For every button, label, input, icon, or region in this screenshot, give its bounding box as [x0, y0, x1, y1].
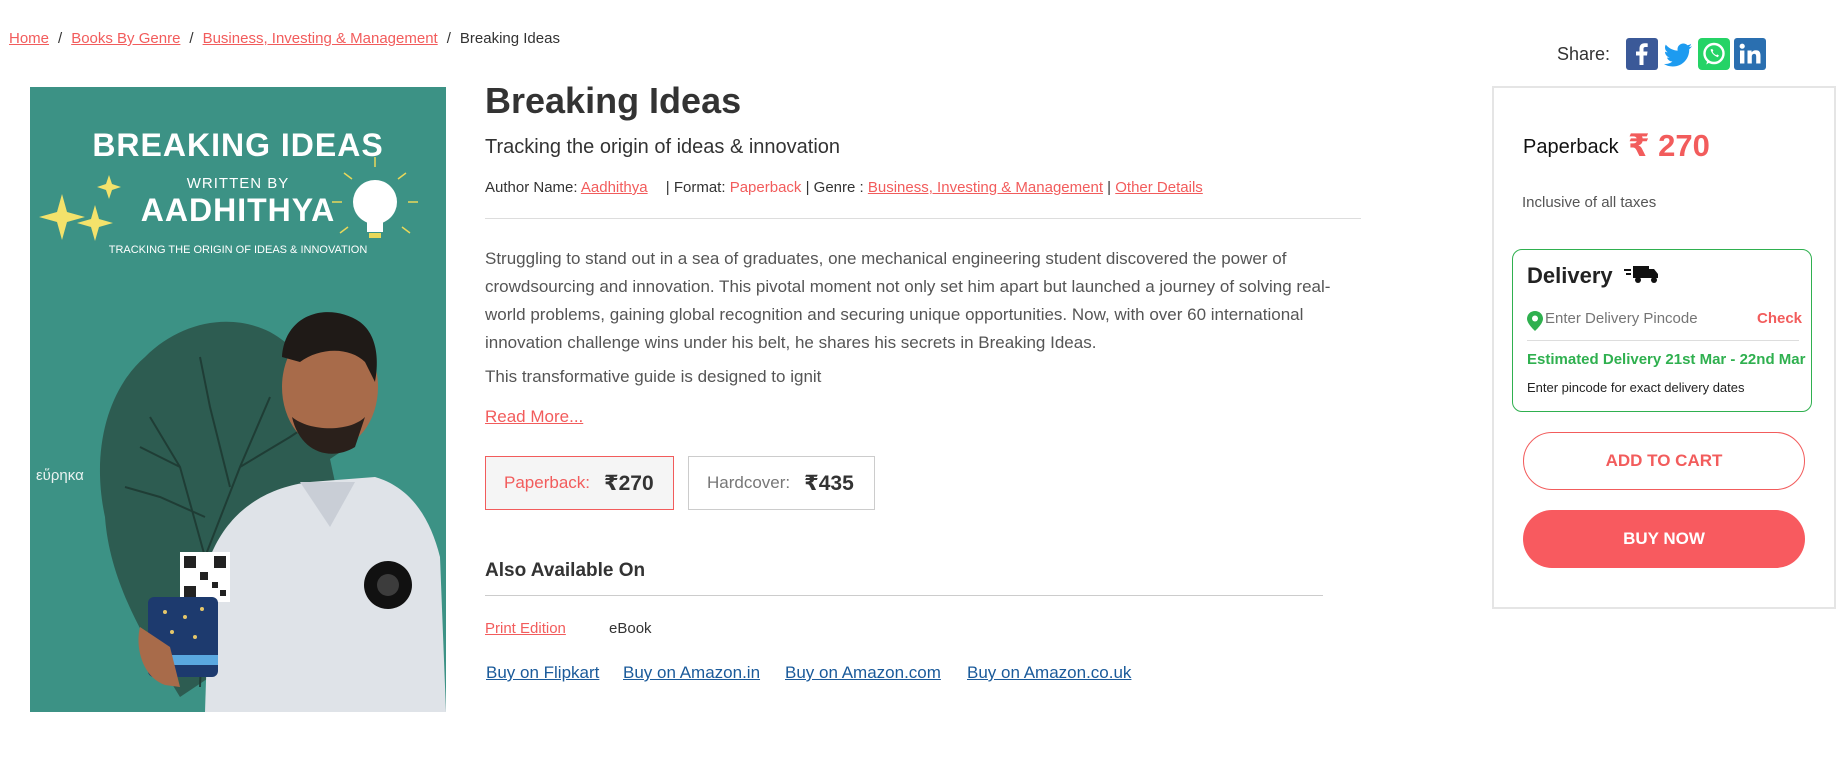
cover-title: BREAKING IDEAS: [92, 127, 384, 163]
breadcrumb-separator: /: [446, 30, 451, 47]
book-description-excerpt: This transformative guide is designed to…: [485, 367, 822, 386]
buy-now-button[interactable]: BUY NOW: [1523, 510, 1805, 568]
facebook-icon[interactable]: [1626, 38, 1659, 70]
genre-link[interactable]: Business, Investing & Management: [868, 179, 1103, 196]
delivery-note: Enter pincode for exact delivery dates: [1527, 380, 1745, 395]
read-more-link[interactable]: Read More...: [485, 407, 583, 427]
book-title: Breaking Ideas: [485, 80, 742, 121]
check-pincode-button[interactable]: Check: [1757, 310, 1802, 327]
breadcrumb: Home / Books By Genre / Business, Investing …: [9, 30, 560, 47]
whatsapp-icon[interactable]: [1698, 38, 1731, 70]
estimated-delivery: Estimated Delivery 21st Mar - 22nd Mar: [1527, 351, 1806, 368]
format-option-label: Hardcover:: [707, 473, 791, 492]
book-description: Struggling to stand out in a sea of grad…: [485, 249, 1331, 352]
author-label: Author Name:: [485, 179, 578, 196]
book-cover-image: BREAKING IDEAS WRITTEN BY AADHITHYA TRAC…: [30, 87, 446, 712]
twitter-icon[interactable]: [1662, 38, 1694, 70]
genre-label: | Genre :: [805, 179, 864, 196]
breadcrumb-books-by-genre[interactable]: Books By Genre: [71, 30, 180, 47]
buy-on-amazon-co-uk-link[interactable]: Buy on Amazon.co.uk: [967, 663, 1131, 683]
buy-on-amazon-in-link[interactable]: Buy on Amazon.in: [623, 663, 760, 683]
format-option-hardcover[interactable]: Hardcover: ₹435: [688, 456, 875, 510]
format-option-price: ₹435: [804, 471, 854, 495]
divider: [1527, 340, 1799, 341]
buy-on-amazon-com-link[interactable]: Buy on Amazon.com: [785, 663, 941, 683]
breadcrumb-current: Breaking Ideas: [459, 30, 560, 47]
cover-written-by: WRITTEN BY: [186, 175, 290, 192]
author-link[interactable]: Aadhithya: [581, 179, 648, 196]
edition-ebook-tab[interactable]: eBook: [609, 620, 652, 637]
also-available-heading: Also Available On: [485, 560, 646, 581]
format-value: Paperback: [729, 179, 802, 196]
delivery-title-text: Delivery: [1527, 263, 1613, 288]
edition-print-tab[interactable]: Print Edition: [485, 620, 566, 637]
truck-icon: [1623, 266, 1658, 283]
delivery-title: Delivery: [1527, 262, 1661, 289]
format-option-price: ₹270: [604, 471, 654, 495]
divider: [485, 218, 1361, 219]
format-label: | Format:: [665, 179, 726, 196]
format-option-label: Paperback:: [504, 473, 590, 492]
breadcrumb-home[interactable]: Home: [9, 30, 49, 47]
share-label: Share:: [1557, 43, 1611, 64]
purchase-format: Paperback: [1523, 136, 1619, 158]
breadcrumb-genre[interactable]: Business, Investing & Management: [203, 30, 438, 47]
buy-on-flipkart-link[interactable]: Buy on Flipkart: [486, 663, 599, 683]
share-bar: Share:: [1557, 38, 1770, 70]
book-subtitle: Tracking the origin of ideas & innovatio…: [485, 136, 841, 158]
breadcrumb-separator: /: [58, 30, 63, 47]
add-to-cart-button[interactable]: ADD TO CART: [1523, 432, 1805, 490]
pincode-input[interactable]: [1545, 310, 1745, 327]
cover-author: AADHITHYA: [140, 192, 336, 228]
tax-note: Inclusive of all taxes: [1522, 194, 1657, 211]
other-details-link[interactable]: Other Details: [1115, 179, 1203, 196]
meta-separator: |: [1107, 179, 1112, 196]
location-pin-icon: [1527, 311, 1543, 331]
breadcrumb-separator: /: [189, 30, 194, 47]
linkedin-icon[interactable]: [1734, 38, 1767, 70]
divider: [485, 595, 1323, 596]
cover-tagline: TRACKING THE ORIGIN OF IDEAS & INNOVATIO…: [108, 244, 368, 256]
cover-publisher-logo: εὕρηκα: [36, 467, 84, 484]
book-meta: Author Name: Aadhithya | Format: Paperba…: [485, 179, 1203, 196]
format-option-paperback[interactable]: Paperback: ₹270: [485, 456, 674, 510]
purchase-price: ₹ 270: [1628, 128, 1710, 163]
